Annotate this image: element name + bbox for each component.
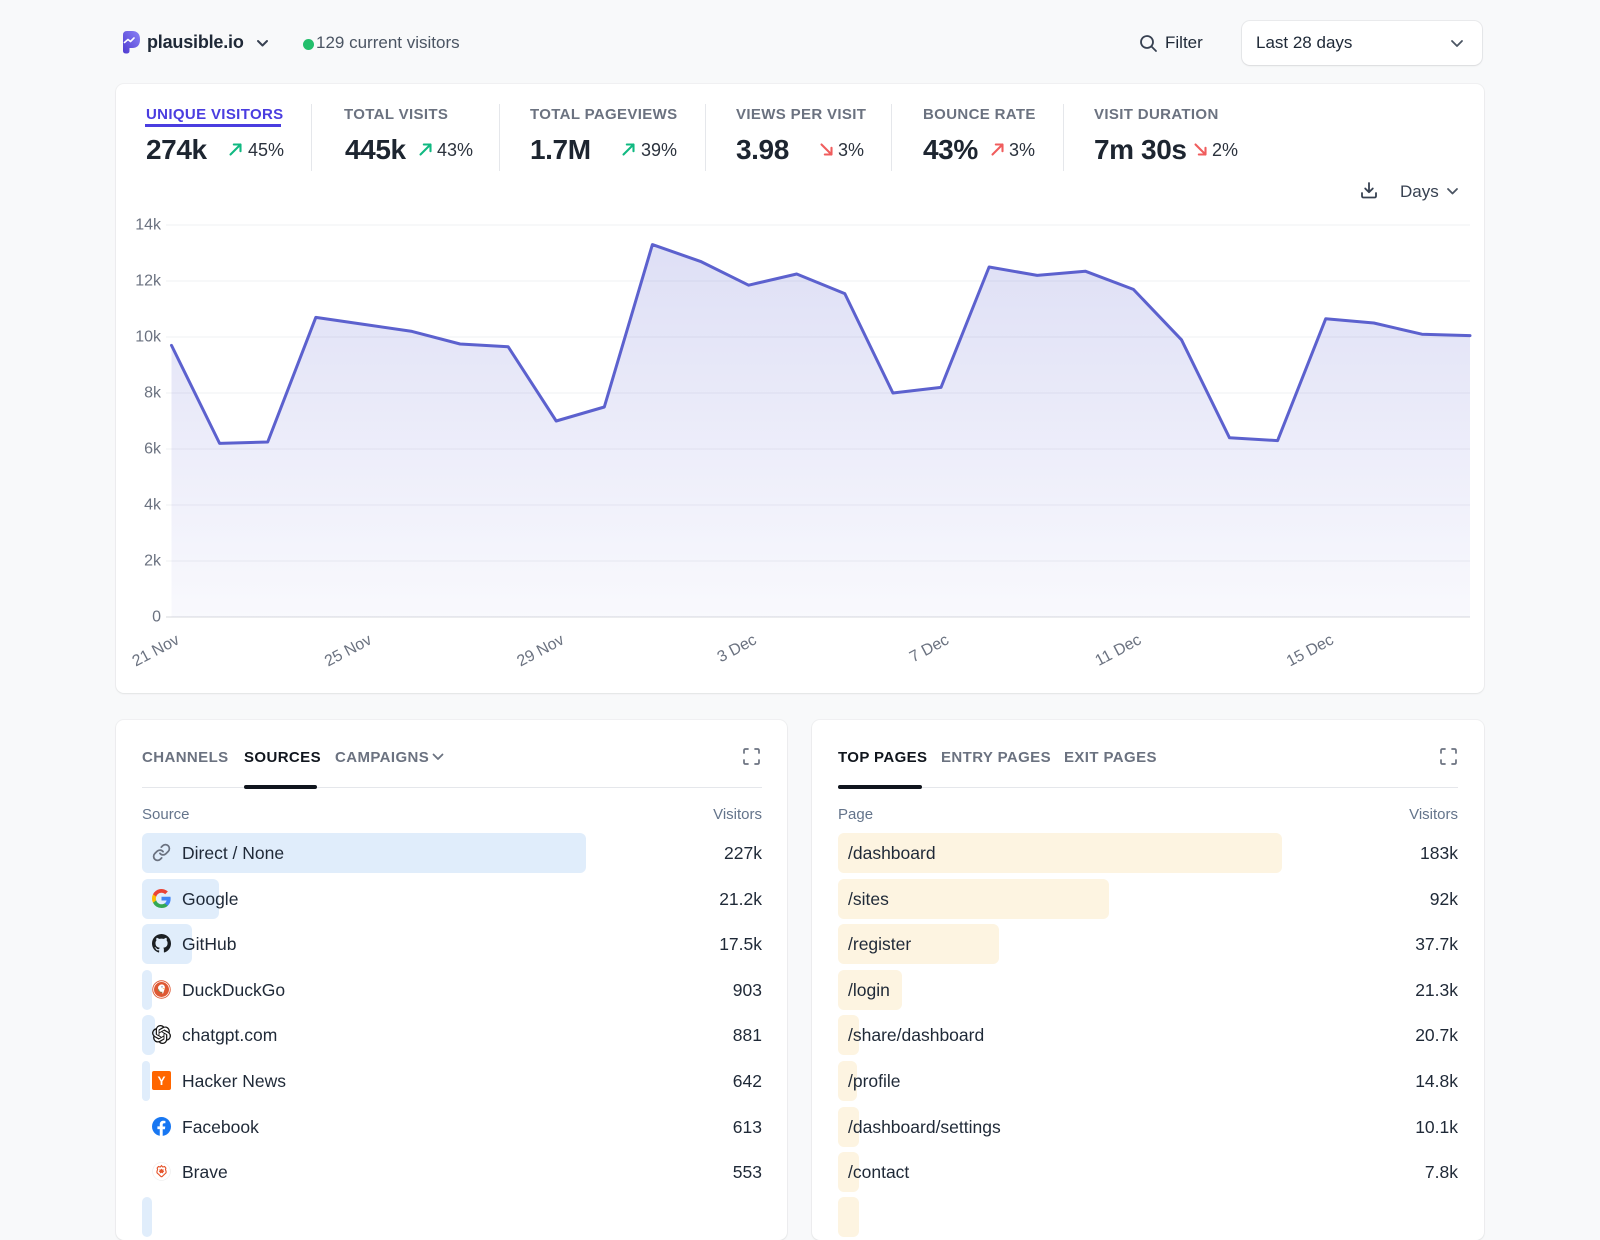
svg-text:29 Nov: 29 Nov: [514, 632, 567, 671]
svg-text:6k: 6k: [144, 441, 162, 458]
svg-text:25 Nov: 25 Nov: [322, 632, 375, 671]
svg-text:7 Dec: 7 Dec: [907, 632, 952, 667]
svg-text:4k: 4k: [144, 497, 162, 514]
svg-text:3 Dec: 3 Dec: [715, 632, 760, 667]
svg-text:8k: 8k: [144, 385, 162, 402]
svg-text:0: 0: [152, 609, 161, 626]
svg-text:12k: 12k: [135, 273, 162, 290]
svg-text:15 Dec: 15 Dec: [1284, 632, 1337, 671]
svg-text:2k: 2k: [144, 553, 162, 570]
svg-text:21 Nov: 21 Nov: [130, 632, 183, 671]
svg-text:14k: 14k: [135, 217, 162, 234]
svg-text:10k: 10k: [135, 329, 162, 346]
svg-text:11 Dec: 11 Dec: [1093, 632, 1145, 670]
svg-text:Y: Y: [157, 1074, 165, 1088]
